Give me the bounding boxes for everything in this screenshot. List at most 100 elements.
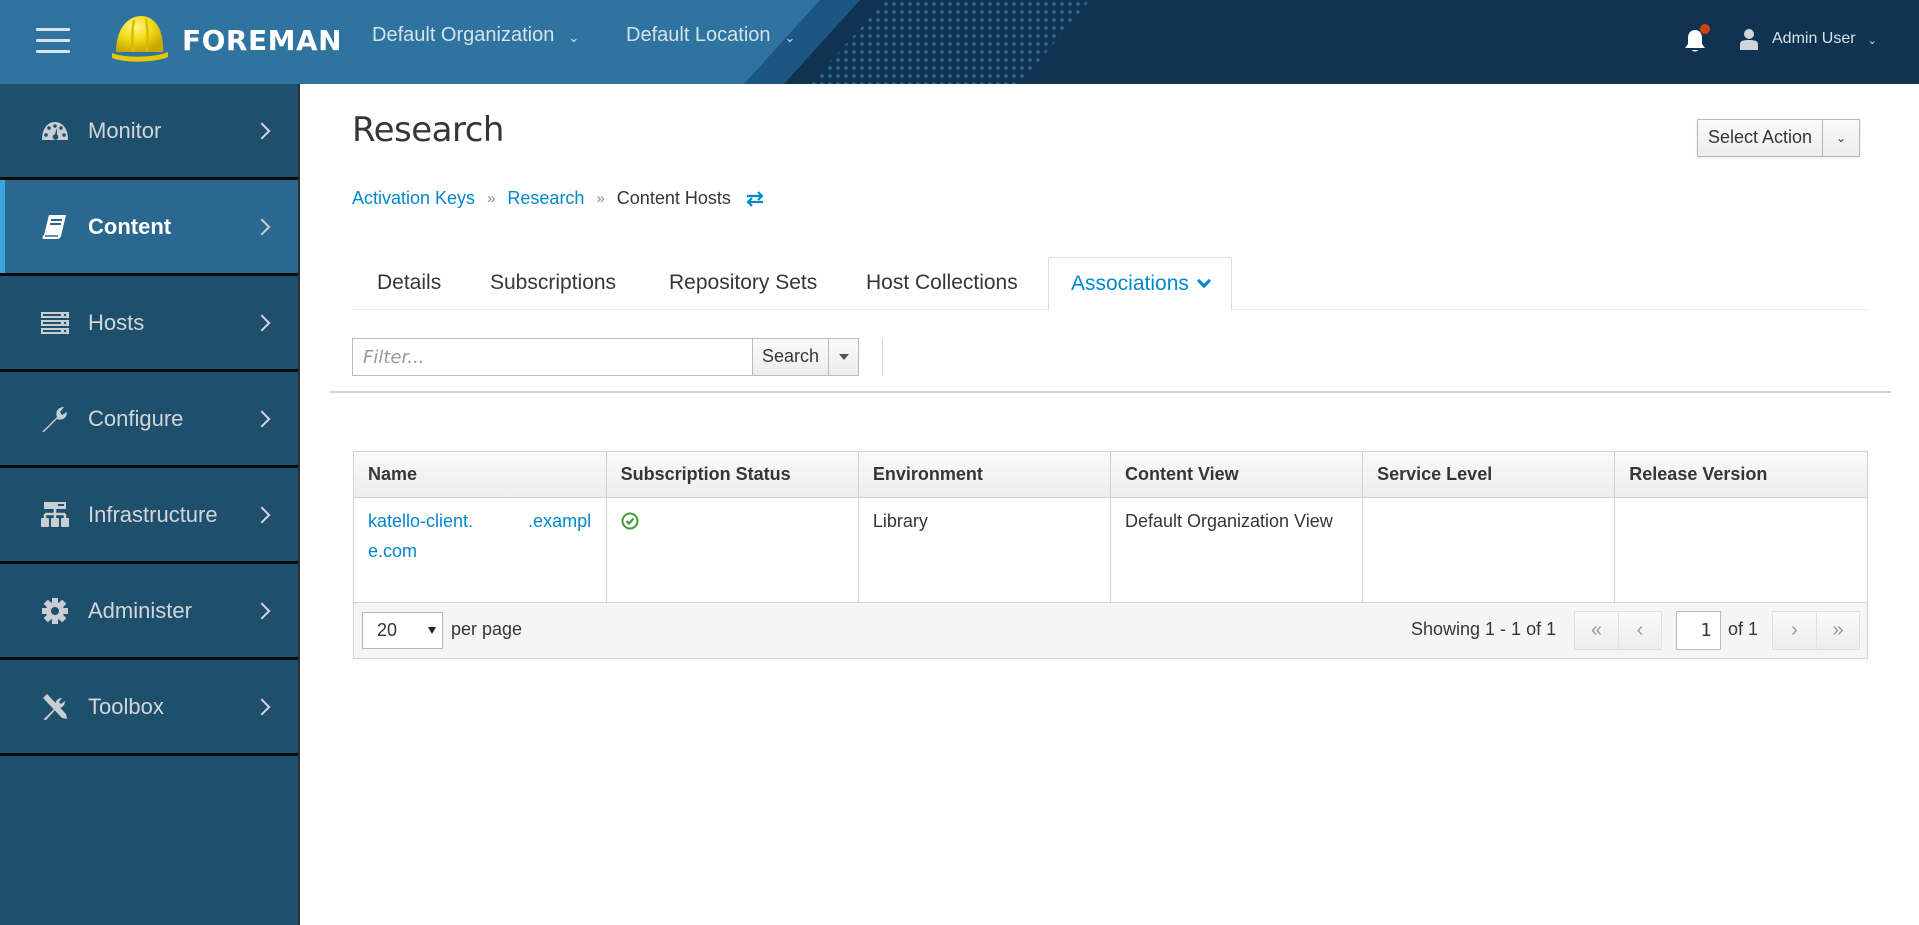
column-header-name[interactable]: Name (354, 452, 607, 498)
host-link[interactable]: katello-client. .example.com (368, 511, 591, 561)
table-header-row: Name Subscription Status Environment Con… (354, 452, 1867, 498)
select-action-dropdown[interactable]: Select Action ⌄ (1697, 119, 1861, 157)
tab-host-collections[interactable]: Host Collections (866, 257, 1018, 310)
cell-release-version (1615, 497, 1867, 602)
search-options-caret[interactable] (829, 338, 860, 376)
cell-subscription-status (606, 497, 859, 602)
tab-details[interactable]: Details (377, 257, 441, 310)
breadcrumb-separator: » (596, 190, 605, 207)
hamburger-menu-icon[interactable] (36, 28, 70, 56)
notification-badge (1700, 24, 1710, 34)
cell-name: katello-client. .example.com (354, 497, 607, 602)
content-divider (330, 391, 1891, 393)
location-label: Default Location (626, 24, 771, 46)
per-page-value: 20 (377, 620, 398, 640)
first-page-button[interactable]: « (1575, 612, 1618, 649)
user-icon (1740, 29, 1758, 50)
server-icon (41, 311, 69, 334)
sidebar-item-label: Infrastructure (88, 501, 218, 527)
sidebar-item-label: Configure (88, 405, 184, 431)
chevron-right-icon (253, 218, 271, 235)
status-ok-icon (621, 512, 639, 529)
search-button[interactable]: Search (752, 338, 830, 376)
breadcrumb-current: Content Hosts (616, 188, 731, 208)
book-icon (42, 214, 66, 239)
hardhat-icon (112, 16, 168, 62)
sidebar-item-hosts[interactable]: Hosts (0, 276, 298, 372)
chevron-down-icon: ⌄ (784, 29, 796, 45)
sidebar-item-configure[interactable]: Configure (0, 372, 298, 468)
breadcrumb-research[interactable]: Research (507, 188, 584, 209)
chevron-down-icon: ⌄ (1867, 34, 1877, 47)
wrench-icon (42, 406, 67, 432)
per-page-label: per page (451, 619, 523, 639)
sidebar-item-label: Monitor (88, 117, 162, 143)
switcher-icon[interactable] (745, 190, 765, 207)
foreman-logo[interactable]: FOREMAN (110, 12, 342, 68)
network-icon (41, 501, 69, 527)
chevron-right-icon (253, 698, 271, 715)
dashboard-icon (42, 121, 68, 140)
page-total: of 1 (1728, 619, 1759, 639)
table-row: katello-client. .example.com Library Def… (354, 497, 1867, 602)
column-header-subscription-status[interactable]: Subscription Status (606, 452, 859, 498)
chevron-right-icon (253, 506, 271, 523)
column-header-environment[interactable]: Environment (858, 452, 1111, 498)
sidebar-item-administer[interactable]: Administer (0, 564, 298, 660)
sidebar-item-infrastructure[interactable]: Infrastructure (0, 468, 298, 564)
column-header-release-version[interactable]: Release Version (1614, 452, 1867, 498)
caret-down-icon (428, 627, 436, 634)
sidebar-item-label: Toolbox (88, 693, 164, 719)
brand-name: FOREMAN (182, 23, 343, 57)
tab-repository-sets[interactable]: Repository Sets (669, 257, 817, 310)
cell-service-level (1362, 497, 1616, 602)
sidebar-item-label: Administer (88, 597, 192, 623)
page-title: Research (352, 110, 504, 150)
filter-input[interactable] (352, 338, 752, 376)
chevron-right-icon (253, 314, 271, 331)
top-navbar: FOREMAN Default Organization ⌄ Default L… (0, 0, 1919, 84)
content-hosts-table: Name Subscription Status Environment Con… (353, 451, 1868, 659)
sidebar: Monitor Content Hosts Configure Infrastr… (0, 84, 300, 925)
previous-page-button[interactable]: ‹ (1618, 612, 1661, 649)
location-switcher[interactable]: Default Location ⌄ (626, 24, 795, 47)
tab-associations[interactable]: Associations (1048, 257, 1232, 311)
user-name: Admin User (1772, 30, 1856, 47)
sidebar-item-monitor[interactable]: Monitor (0, 84, 298, 180)
sidebar-item-label: Content (88, 213, 172, 239)
column-header-content-view[interactable]: Content View (1110, 452, 1364, 498)
select-action-button[interactable]: Select Action (1698, 120, 1824, 156)
showing-count: Showing 1 - 1 of 1 (1411, 619, 1557, 639)
cell-environment: Library (858, 497, 1111, 602)
search-toolbar: Search (352, 338, 860, 376)
chevron-right-icon (253, 122, 271, 139)
tab-subscriptions[interactable]: Subscriptions (490, 257, 616, 310)
chevron-down-icon: ⌄ (568, 29, 580, 45)
user-menu[interactable]: Admin User ⌄ (1740, 28, 1877, 50)
organization-switcher[interactable]: Default Organization ⌄ (372, 24, 579, 47)
column-header-service-level[interactable]: Service Level (1362, 452, 1616, 498)
breadcrumb-separator: » (487, 190, 496, 207)
sidebar-item-label: Hosts (88, 309, 145, 335)
pagination-bar: 20 per page Showing 1 - 1 of 1 « ‹ of 1 … (354, 602, 1867, 658)
toolbar-separator (882, 338, 883, 376)
breadcrumb: Activation Keys » Research » Content Hos… (352, 188, 765, 209)
page-number-input[interactable] (1676, 611, 1721, 650)
pagination-back-group: « ‹ (1574, 611, 1662, 650)
sidebar-item-toolbox[interactable]: Toolbox (0, 660, 298, 756)
caret-down-icon (838, 354, 849, 360)
next-page-button[interactable]: › (1773, 612, 1816, 649)
per-page-select[interactable]: 20 (362, 612, 443, 649)
tab-bar: Details Subscriptions Repository Sets Ho… (352, 257, 1868, 311)
last-page-button[interactable]: » (1816, 612, 1859, 649)
tab-label: Associations (1071, 272, 1189, 295)
breadcrumb-activation-keys[interactable]: Activation Keys (352, 188, 475, 209)
sidebar-item-content[interactable]: Content (0, 180, 298, 276)
chevron-down-icon[interactable]: ⌄ (1823, 120, 1859, 156)
tools-icon (43, 693, 67, 720)
cell-content-view: Default Organization View (1110, 497, 1364, 602)
header-dot-pattern (810, 0, 1090, 84)
organization-label: Default Organization (372, 24, 555, 46)
chevron-right-icon (253, 410, 271, 427)
chevron-right-icon (253, 602, 271, 619)
